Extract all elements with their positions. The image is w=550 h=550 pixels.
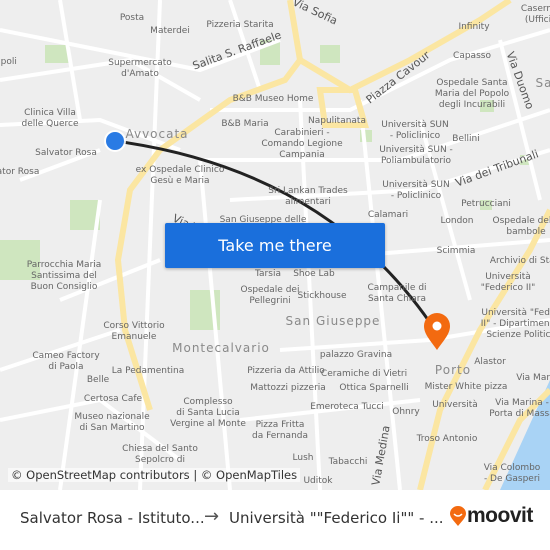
poi-label: Ospedale delle bambole	[492, 216, 550, 237]
poi-label: Chiesa del Santo Sepolcro di	[122, 444, 198, 465]
poi-label: Shoe Lab	[293, 269, 335, 279]
poi-label: Uditok	[303, 476, 333, 486]
area-label: Sa	[535, 76, 550, 90]
poi-label: Supermercato d'Amato	[108, 58, 172, 79]
poi-label: Lush	[292, 453, 314, 463]
poi-label: Università	[432, 400, 478, 410]
poi-label: Petrucciani	[461, 199, 511, 209]
map-attribution: © OpenStreetMap contributors | © OpenMap…	[8, 468, 301, 482]
poi-label: Pizza Fritta da Fernanda	[251, 420, 309, 441]
poi-label: Università "Federic II" - Dipartimento d…	[480, 308, 550, 340]
area-label: San Giuseppe	[285, 314, 381, 328]
poi-label: Ottica Sparnelli	[339, 383, 409, 393]
poi-label: palazzo Gravina	[319, 350, 393, 360]
poi-label: Ospedale dei Pellegrini	[240, 285, 300, 306]
poi-label: Infinity	[458, 22, 490, 32]
poi-label: La Pedamentina	[111, 366, 185, 376]
poi-label: Salvator Rosa	[35, 148, 97, 158]
arrow-right-icon: →	[204, 506, 220, 527]
area-label: Avvocata	[125, 127, 189, 141]
poi-label: Pizzeria Starita	[206, 20, 274, 30]
poi-label: Pizzeria da Attilio	[247, 366, 325, 376]
poi-label: Mister White pizza	[424, 382, 508, 392]
poi-label: Tabacchi	[328, 457, 368, 467]
destination-stop-name: Università ""Federico Ii"" - ...	[229, 509, 444, 527]
poi-label: Sri Lankan Trades alimentari	[268, 186, 348, 207]
poi-label: Napulitanata	[308, 116, 366, 126]
poi-label: Università "Federico II"	[480, 272, 536, 293]
poi-label: Capasso	[453, 51, 491, 61]
area-label: Porto	[434, 363, 472, 377]
poi-label: Tarsia	[255, 269, 281, 279]
origin-stop-name: Salvator Rosa - Istituto...	[20, 509, 205, 527]
poi-label: B&B Museo Home	[232, 94, 314, 104]
poi-label: Ospedale Santa Maria del Popolo degli In…	[434, 78, 510, 110]
poi-label: Via Colombo - De Gasperi	[483, 463, 541, 484]
poi-label: Via Marina	[516, 373, 550, 383]
poi-label: Museo nazionale di San Martino	[74, 412, 150, 433]
take-me-there-button[interactable]: Take me there	[165, 223, 385, 268]
poi-label: Materdei	[150, 26, 190, 36]
poi-label: Complesso di Santa Lucia Vergine al Mont…	[170, 397, 246, 429]
poi-label: ator Rosa	[0, 167, 40, 177]
poi-label: Alastor	[474, 357, 506, 367]
poi-label: Archivio di Stat	[489, 256, 550, 266]
poi-label: Mattozzi pizzeria	[250, 383, 326, 393]
poi-label: Cameo Factory di Paola	[32, 351, 100, 372]
poi-label: Stickhouse	[297, 291, 347, 301]
poi-label: Belle	[86, 375, 110, 385]
poi-label: Università SUN - Poliambulatorio	[379, 145, 453, 166]
poi-label: Caserm (Uffici	[520, 4, 550, 25]
poi-label: Ohnry	[392, 407, 420, 417]
poi-label: Troso Antonio	[416, 434, 478, 444]
map[interactable]: Posta Materdei Pizzeria Starita Supermercat…	[0, 0, 550, 490]
moovit-logo: moovit	[449, 504, 533, 528]
poi-label: Campanile di Santa Chiara	[367, 283, 427, 304]
poi-label: Emeroteca Tucci	[310, 402, 384, 412]
poi-label: Ceramiche di Vietri	[320, 369, 408, 379]
poi-label: Clinica Villa delle Querce	[21, 108, 79, 129]
poi-label: London	[440, 216, 474, 226]
poi-label: Corso Vittorio Emanuele	[103, 321, 165, 342]
poi-label: Carabinieri - Comando Legione Campania	[261, 128, 343, 160]
poi-label: Bellini	[452, 134, 480, 144]
poi-label: Università SUN - Policlinico	[382, 180, 450, 201]
origin-marker[interactable]	[106, 132, 124, 150]
area-label: Montecalvario	[172, 341, 270, 355]
poi-label: apoli	[0, 57, 17, 67]
poi-label: ex Ospedale Clinico Gesù e Maria	[135, 165, 225, 186]
poi-label: Università SUN - Policlinico	[381, 120, 449, 141]
poi-label: Posta	[119, 13, 145, 23]
poi-label: Calamari	[367, 210, 409, 220]
poi-label: Via Marina - Porta di Massa	[489, 398, 550, 419]
moovit-pin-icon	[450, 506, 466, 526]
poi-label: Scimmia	[436, 246, 476, 256]
poi-label: Parrocchia Maria Santissima del Buon Con…	[26, 260, 102, 292]
moovit-wordmark: moovit	[467, 504, 533, 527]
poi-label: Certosa Cafe	[83, 394, 143, 404]
